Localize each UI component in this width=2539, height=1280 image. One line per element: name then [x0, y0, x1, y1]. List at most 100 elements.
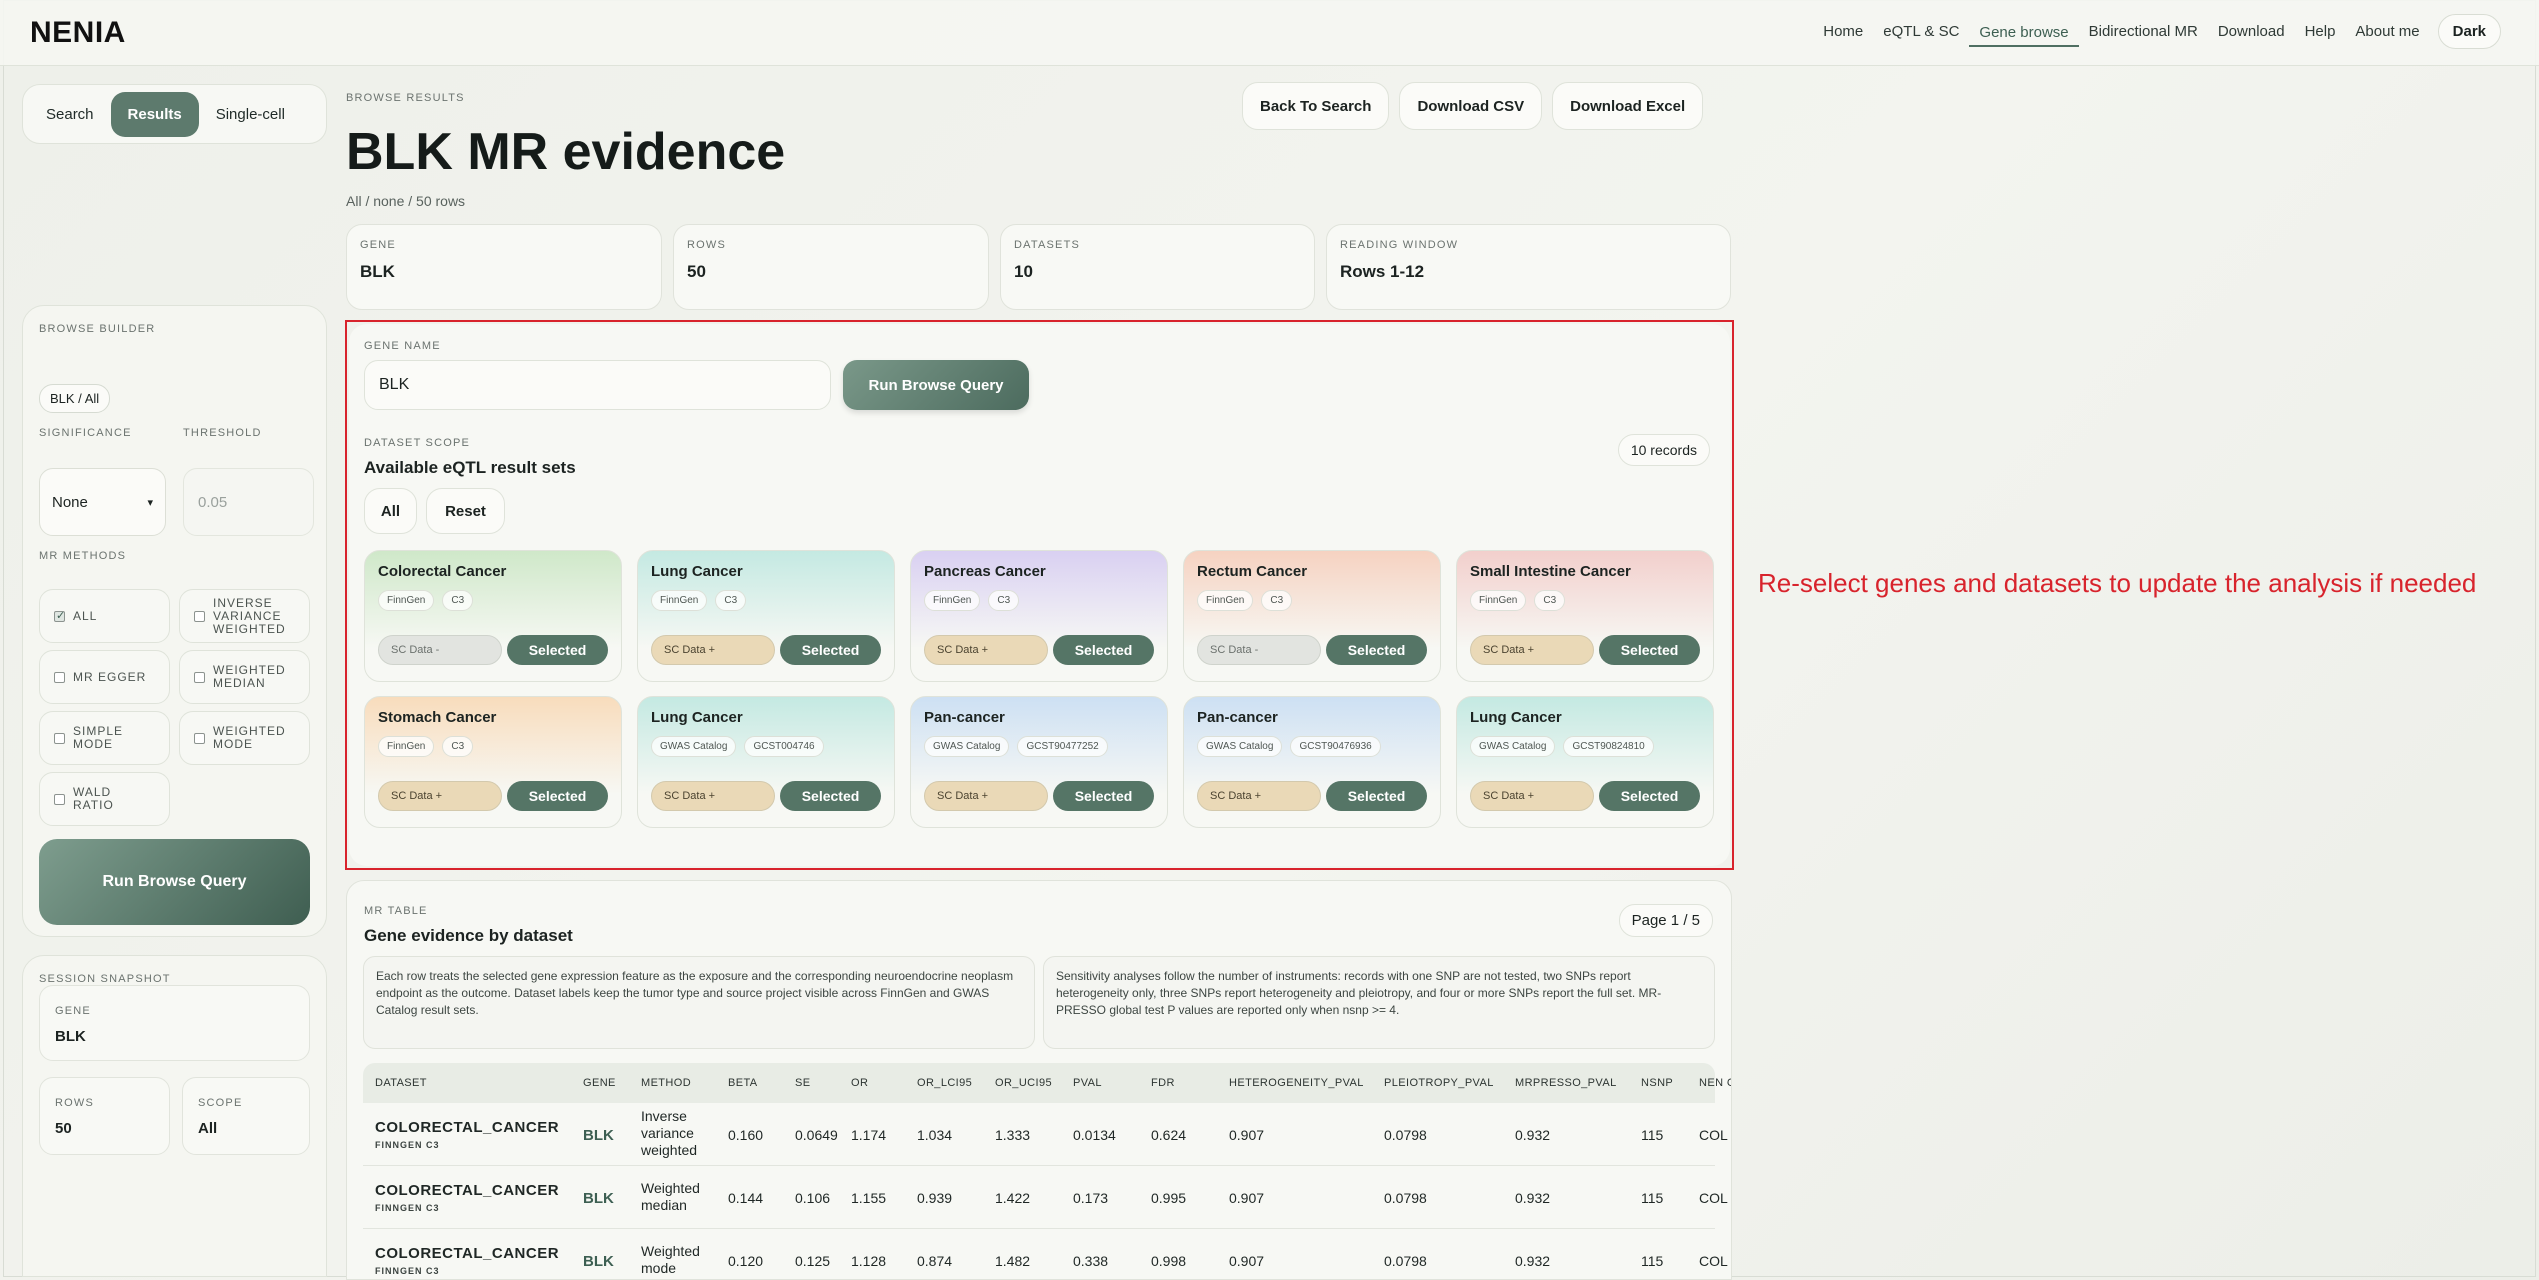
page-subtitle: All / none / 50 rows — [346, 193, 466, 209]
header-actions: Back To Search Download CSV Download Exc… — [1242, 82, 1704, 130]
mr-methods-label: MR METHODS — [39, 550, 127, 562]
nav-help[interactable]: Help — [2295, 15, 2346, 48]
table-row[interactable]: COLORECTAL_CANCER FINNGEN C3 BLK Weighted mo… — [363, 1229, 1728, 1279]
significance-value: None — [52, 493, 88, 511]
dataset-source-cell: FINNGEN C3 — [375, 1266, 440, 1276]
column-header[interactable]: OR — [851, 1077, 868, 1089]
value-cell: 0.624 — [1151, 1127, 1187, 1143]
value-cell: 0.144 — [728, 1190, 764, 1206]
column-header[interactable]: GENE — [583, 1077, 616, 1089]
dataset-source-cell: FINNGEN C3 — [375, 1203, 440, 1213]
method-checkbox-weighted-mode[interactable]: WEIGHTED MODE — [179, 711, 310, 765]
nav-home[interactable]: Home — [1813, 15, 1873, 48]
gene-cell[interactable]: BLK — [583, 1127, 614, 1144]
method-checkbox-wald-ratio[interactable]: WALD RATIO — [39, 772, 170, 826]
run-browse-query-button[interactable]: Run Browse Query — [39, 839, 310, 925]
method-checkbox-weighted-median[interactable]: WEIGHTED MEDIAN — [179, 650, 310, 704]
download-csv-button[interactable]: Download CSV — [1399, 82, 1543, 130]
column-header[interactable]: SE — [795, 1077, 810, 1089]
column-header[interactable]: HETEROGENEITY_PVAL — [1229, 1077, 1364, 1089]
method-label: SIMPLE MODE — [73, 724, 124, 751]
value-cell: 0.995 — [1151, 1190, 1187, 1206]
nav-gene-browse[interactable]: Gene browse — [1969, 16, 2079, 47]
value-cell: COL — [1699, 1127, 1728, 1143]
column-header[interactable]: MRPRESSO_PVAL — [1515, 1077, 1617, 1089]
column-header[interactable]: OR_UCI95 — [995, 1077, 1052, 1089]
tab-results[interactable]: Results — [110, 91, 199, 137]
significance-select[interactable]: None ▾ — [39, 468, 166, 536]
stat-value: 10 — [1014, 262, 1033, 281]
nav-bidirectional-mr[interactable]: Bidirectional MR — [2079, 15, 2208, 48]
top-navbar: NENIA Home eQTL & SC Gene browse Bidirec… — [0, 0, 2539, 66]
value-cell: 0.907 — [1229, 1127, 1265, 1143]
threshold-label: THRESHOLD — [183, 427, 262, 439]
snapshot-gene-card: GENE BLK — [39, 985, 310, 1061]
method-label: WEIGHTED MODE — [213, 724, 286, 751]
nav-links: Home eQTL & SC Gene browse Bidirectional… — [1813, 14, 2501, 49]
value-cell: 0.173 — [1073, 1190, 1109, 1206]
value-cell: 0.0798 — [1384, 1190, 1427, 1206]
browse-builder-panel: BROWSE BUILDER BLK / All SIGNIFICANCE TH… — [22, 305, 327, 937]
method-cell: mode — [641, 1260, 677, 1276]
tab-single-cell[interactable]: Single-cell — [199, 92, 302, 137]
value-cell: 1.333 — [995, 1127, 1031, 1143]
dataset-cell: COLORECTAL_CANCER — [375, 1245, 560, 1262]
snapshot-scope-value: All — [198, 1120, 218, 1137]
value-cell: 1.155 — [851, 1190, 887, 1206]
method-label: INVERSE VARIANCE WEIGHTED — [213, 595, 286, 636]
download-excel-button[interactable]: Download Excel — [1552, 82, 1704, 130]
tab-search[interactable]: Search — [29, 92, 111, 137]
brand-logo[interactable]: NENIA — [30, 16, 126, 50]
column-header[interactable]: DATASET — [375, 1077, 427, 1089]
checkbox-icon — [194, 610, 205, 622]
method-checkbox-all[interactable]: ALL — [39, 589, 170, 643]
value-cell: COL — [1699, 1190, 1728, 1206]
gene-scope-chip: BLK / All — [39, 384, 111, 413]
stat-card-rows: ROWS 50 — [673, 224, 989, 310]
snapshot-rows-label: ROWS — [55, 1097, 95, 1109]
column-header[interactable]: OR_LCI95 — [917, 1077, 972, 1089]
column-header[interactable]: METHOD — [641, 1077, 691, 1089]
value-cell: 0.874 — [917, 1253, 953, 1269]
value-cell: 0.0134 — [1073, 1127, 1116, 1143]
snapshot-kicker: SESSION SNAPSHOT — [39, 973, 171, 985]
gene-cell[interactable]: BLK — [583, 1253, 614, 1270]
dataset-cell: COLORECTAL_CANCER — [375, 1182, 560, 1199]
mr-results-table: DATASET GENE METHOD BETA SE OR OR_LCI95 OR_UCI9… — [363, 1063, 1731, 1279]
value-cell: 115 — [1641, 1253, 1664, 1269]
gene-cell[interactable]: BLK — [583, 1190, 614, 1207]
method-checkbox-mr-egger[interactable]: MR EGGER — [39, 650, 170, 704]
column-header[interactable]: NSNP — [1641, 1077, 1673, 1089]
checkbox-icon — [54, 793, 65, 805]
column-header[interactable]: NEN C — [1699, 1077, 1731, 1089]
table-row[interactable]: COLORECTAL_CANCER FINNGEN C3 BLK Inverse var… — [363, 1103, 1728, 1166]
column-header[interactable]: PLEIOTROPY_PVAL — [1384, 1077, 1494, 1089]
nav-download[interactable]: Download — [2208, 15, 2295, 48]
snapshot-scope-card: SCOPE All — [182, 1077, 310, 1155]
value-cell: 0.0798 — [1384, 1253, 1427, 1269]
column-header[interactable]: FDR — [1151, 1077, 1175, 1089]
page-indicator: Page 1 / 5 — [1618, 904, 1713, 937]
table-description-right: Sensitivity analyses follow the number o… — [1043, 956, 1715, 1049]
back-to-search-button[interactable]: Back To Search — [1242, 82, 1390, 130]
dark-mode-toggle[interactable]: Dark — [2437, 14, 2501, 49]
highlight-box — [345, 320, 1734, 870]
column-header[interactable]: BETA — [728, 1077, 758, 1089]
column-header[interactable]: PVAL — [1073, 1077, 1102, 1089]
stat-value: Rows 1-12 — [1340, 262, 1425, 281]
method-label: WEIGHTED MEDIAN — [213, 663, 286, 690]
stat-card-reading-window: READING WINDOW Rows 1-12 — [1326, 224, 1731, 310]
snapshot-rows-value: 50 — [55, 1120, 72, 1137]
nav-about-me[interactable]: About me — [2345, 15, 2429, 48]
value-cell: 1.482 — [995, 1253, 1031, 1269]
method-cell: variance — [641, 1125, 694, 1141]
value-cell: 0.907 — [1229, 1253, 1265, 1269]
page-title: BLK MR evidence — [346, 123, 786, 181]
nav-eqtl-sc[interactable]: eQTL & SC — [1873, 15, 1969, 48]
method-checkbox-simple-mode[interactable]: SIMPLE MODE — [39, 711, 170, 765]
value-cell: 0.932 — [1515, 1127, 1551, 1143]
threshold-input[interactable]: 0.05 — [183, 468, 314, 536]
table-row[interactable]: COLORECTAL_CANCER FINNGEN C3 BLK Weighted me… — [363, 1166, 1728, 1229]
value-cell: 115 — [1641, 1190, 1664, 1206]
method-checkbox-ivw[interactable]: INVERSE VARIANCE WEIGHTED — [179, 589, 310, 643]
